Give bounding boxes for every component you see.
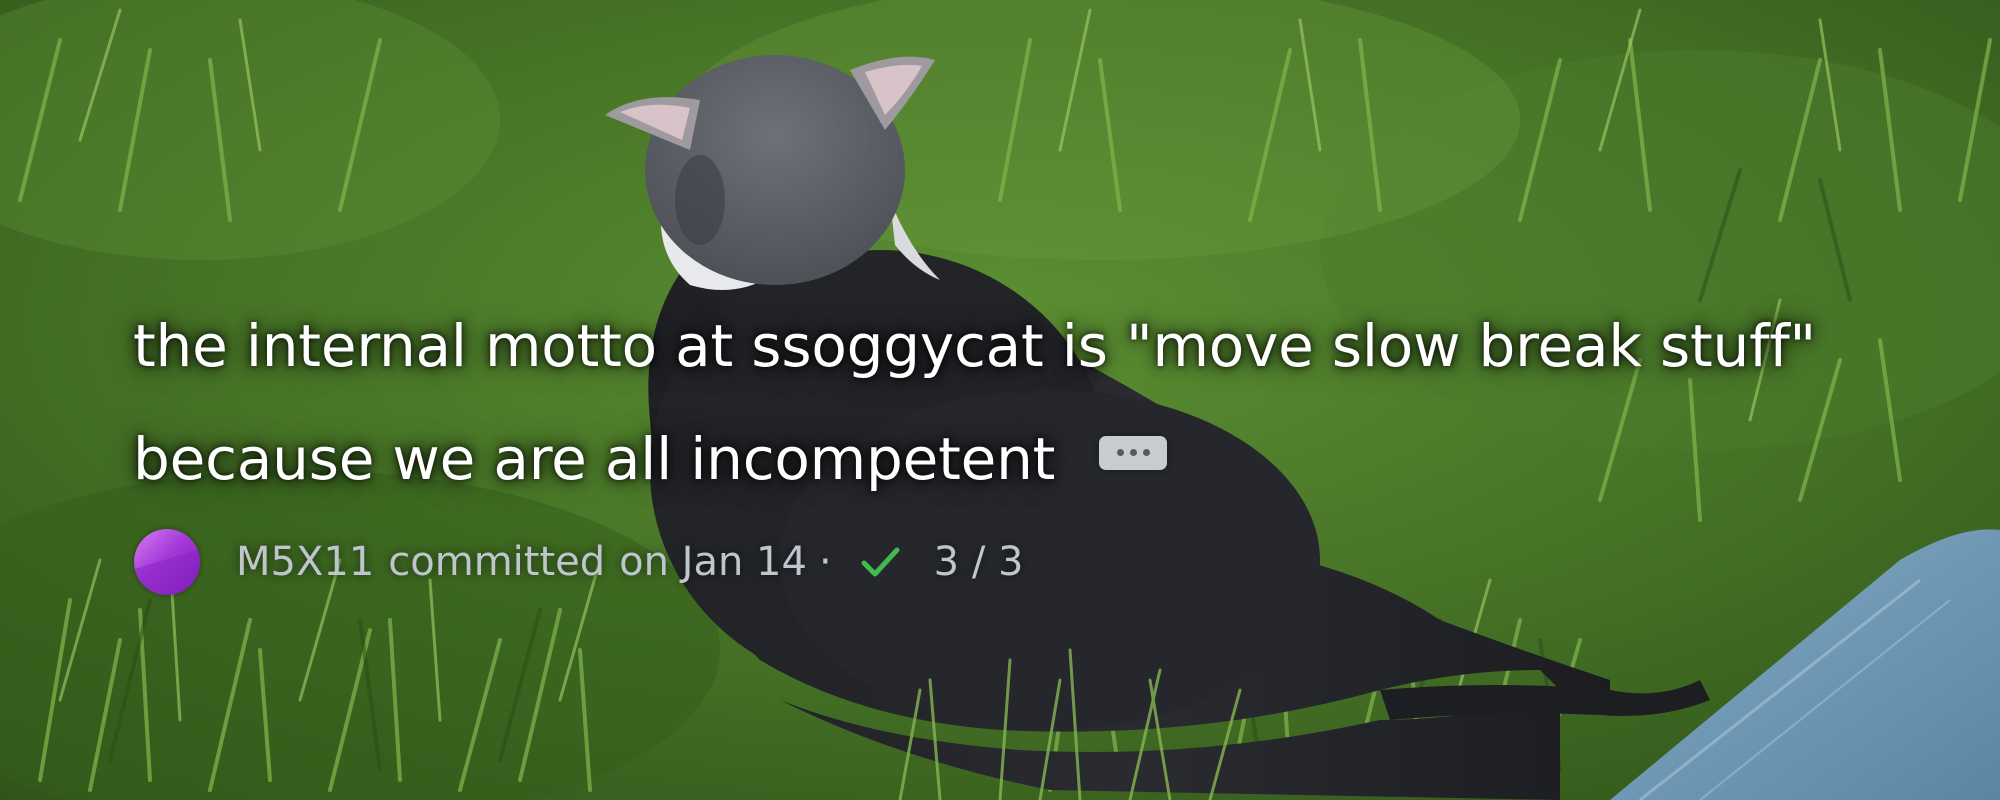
commit-message-line-1: the internal motto at ssoggycat is "move… <box>133 312 1817 380</box>
commit-message-text: because we are all incompetent <box>133 425 1056 493</box>
commit-action: committed <box>388 539 606 585</box>
commit-message-line-2: because we are all incompetent <box>133 403 1816 516</box>
checks-status-count[interactable]: 3 / 3 <box>934 539 1024 585</box>
author-avatar[interactable] <box>134 529 200 595</box>
commit-screenshot: the internal motto at ssoggycat is "move… <box>0 0 2000 800</box>
ellipsis-icon-dot-2 <box>1129 449 1137 456</box>
commit-meta: M5X11 committed on Jan 14 · 3 / 3 <box>133 522 1816 602</box>
check-icon[interactable] <box>856 538 904 586</box>
ellipsis-icon <box>1116 449 1124 456</box>
commit-card: the internal motto at ssoggycat is "move… <box>133 290 1816 602</box>
commit-date[interactable]: on Jan 14 <box>619 539 807 585</box>
ellipsis-icon-dot-3 <box>1142 449 1150 456</box>
avatar-icon <box>134 549 200 595</box>
meta-separator: · <box>818 539 832 585</box>
expand-message-button[interactable] <box>1099 435 1168 470</box>
author-link[interactable]: M5X11 <box>236 539 374 585</box>
